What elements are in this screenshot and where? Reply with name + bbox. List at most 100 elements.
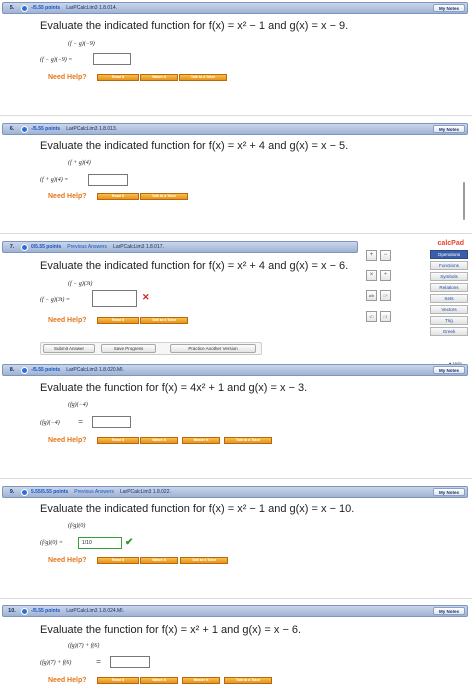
g-definition: g(x) = x − 5. bbox=[289, 140, 349, 152]
tab-functions[interactable]: Functions bbox=[430, 261, 468, 270]
need-help-label: Need Help? bbox=[48, 557, 87, 564]
points-label: -/5.55 points bbox=[31, 5, 61, 11]
subexpression: (f/g)(0) bbox=[68, 523, 86, 529]
prompt-text: Evaluate the indicated function for bbox=[40, 140, 206, 152]
status-dot-icon bbox=[21, 125, 28, 133]
divider bbox=[0, 115, 472, 116]
talk-to-tutor-button[interactable]: Talk to a Tutor bbox=[180, 557, 228, 564]
exponent-key[interactable]: □ⁿ bbox=[380, 290, 391, 301]
master-it-button[interactable]: Master It bbox=[182, 677, 220, 684]
answer-label: (f − g)(3t) = bbox=[40, 297, 70, 303]
previous-answers-link[interactable]: Previous Answers bbox=[74, 489, 114, 495]
tab-trig[interactable]: Trig bbox=[430, 316, 468, 325]
f-definition: f(x) = x² − 1 bbox=[208, 503, 266, 515]
watch-it-button[interactable]: Watch It bbox=[140, 677, 178, 684]
divider bbox=[0, 598, 472, 599]
source-label: LarPCalcLim3 1.8.022. bbox=[120, 489, 171, 495]
read-it-button[interactable]: Read It bbox=[97, 437, 139, 444]
my-notes-button[interactable]: My Notes bbox=[432, 366, 465, 374]
incorrect-icon: ✕ bbox=[142, 292, 150, 302]
need-help-label: Need Help? bbox=[48, 437, 87, 444]
plus-key[interactable]: + bbox=[366, 250, 377, 261]
question-number: 10. bbox=[8, 608, 16, 614]
read-it-button[interactable]: Read It bbox=[97, 677, 139, 684]
factorial-key[interactable]: □! bbox=[380, 311, 391, 322]
tab-greek[interactable]: Greek bbox=[430, 327, 468, 336]
question-prompt-10: Evaluate the function for f(x) = x² + 1 … bbox=[40, 624, 301, 636]
subexpression: (fg)(7) + f(6) bbox=[68, 643, 100, 649]
question-header-5: 5. -/5.55 points LarPCalcLim3 1.8.014. M… bbox=[2, 2, 468, 14]
tab-operations[interactable]: Operations bbox=[430, 250, 468, 259]
answer-label: (f + g)(4) = bbox=[40, 177, 69, 183]
my-notes-button[interactable]: My Notes bbox=[432, 125, 465, 133]
my-notes-button[interactable]: My Notes bbox=[432, 4, 465, 12]
save-progress-button[interactable]: Save Progress bbox=[101, 344, 156, 353]
f-definition: f(x) = x² + 4 bbox=[208, 260, 266, 272]
answer-label: (fg)(7) + f(6) bbox=[40, 660, 72, 666]
sqrt-key[interactable]: √□ bbox=[366, 311, 377, 322]
source-label: LarPCalcLim3 1.8.020.MI. bbox=[66, 367, 124, 373]
question-number: 6. bbox=[9, 126, 15, 132]
talk-to-tutor-button[interactable]: Talk to a Tutor bbox=[179, 74, 227, 81]
f-g-definition: f(x) = 4x² + 1 and g(x) = x − 3. bbox=[161, 382, 308, 394]
watch-it-button[interactable]: Watch It bbox=[140, 557, 178, 564]
f-definition: f(x) = x² + 4 bbox=[208, 140, 266, 152]
master-it-button[interactable]: Master It bbox=[182, 437, 220, 444]
read-it-button[interactable]: Read It bbox=[97, 193, 139, 200]
tab-relations[interactable]: Relations bbox=[430, 283, 468, 292]
prompt-text: Evaluate the function for bbox=[40, 382, 159, 394]
question-header-6: 6. -/5.55 points LarPCalcLim3 1.8.013. M… bbox=[2, 123, 468, 135]
question-prompt-7: Evaluate the indicated function for f(x)… bbox=[40, 260, 348, 272]
need-help-label: Need Help? bbox=[48, 193, 87, 200]
answer-input[interactable] bbox=[110, 656, 150, 668]
answer-input[interactable] bbox=[88, 174, 128, 186]
tab-sets[interactable]: Sets bbox=[430, 294, 468, 303]
subexpression: (f + g)(4) bbox=[68, 160, 91, 166]
correct-check-icon: ✔ bbox=[125, 537, 134, 548]
g-definition: g(x) = x − 9. bbox=[289, 20, 349, 32]
watch-it-button[interactable]: Watch It bbox=[140, 74, 178, 81]
submit-answer-button[interactable]: Submit Answer bbox=[43, 344, 95, 353]
prompt-text: Evaluate the function for bbox=[40, 624, 159, 636]
source-label: LarPCalcLim3 1.8.024.MI. bbox=[66, 608, 124, 614]
answer-input[interactable] bbox=[92, 416, 131, 428]
g-definition: g(x) = x − 6. bbox=[289, 260, 349, 272]
divide-key[interactable]: ÷ bbox=[380, 270, 391, 281]
read-it-button[interactable]: Read It bbox=[97, 317, 139, 324]
read-it-button[interactable]: Read It bbox=[97, 74, 139, 81]
tab-vectors[interactable]: Vectors bbox=[430, 305, 468, 314]
need-help-label: Need Help? bbox=[48, 317, 87, 324]
g-definition: g(x) = x − 10. bbox=[289, 503, 355, 515]
read-it-button[interactable]: Read It bbox=[97, 557, 139, 564]
talk-to-tutor-button[interactable]: Talk to a Tutor bbox=[224, 677, 272, 684]
watch-it-button[interactable]: Watch It bbox=[140, 437, 178, 444]
talk-to-tutor-button[interactable]: Talk to a Tutor bbox=[140, 193, 188, 200]
times-key[interactable]: × bbox=[366, 270, 377, 281]
question-number: 8. bbox=[9, 367, 15, 373]
question-number: 9. bbox=[9, 489, 15, 495]
answer-input[interactable] bbox=[93, 53, 131, 65]
answer-label: (f − g)(−9) = bbox=[40, 57, 73, 63]
tab-symbols[interactable]: Symbols bbox=[430, 272, 468, 281]
question-prompt-5: Evaluate the indicated function for f(x)… bbox=[40, 20, 348, 32]
practice-another-version-button[interactable]: Practice Another Version bbox=[170, 344, 256, 353]
and-text: and bbox=[268, 503, 287, 515]
previous-answers-link[interactable]: Previous Answers bbox=[67, 244, 107, 250]
answer-label: (f/g)(0) = bbox=[40, 540, 63, 546]
minus-key[interactable]: − bbox=[380, 250, 391, 261]
my-notes-button[interactable]: My Notes bbox=[432, 607, 465, 615]
prompt-text: Evaluate the indicated function for bbox=[40, 20, 206, 32]
talk-to-tutor-button[interactable]: Talk to a Tutor bbox=[224, 437, 272, 444]
scrollbar[interactable] bbox=[463, 182, 465, 220]
my-notes-button[interactable]: My Notes bbox=[432, 488, 465, 496]
answer-input[interactable]: 1/10 bbox=[78, 537, 122, 549]
status-dot-icon bbox=[21, 243, 28, 251]
points-label: 0/5.55 points bbox=[31, 244, 62, 250]
fraction-key[interactable]: a/b bbox=[366, 290, 377, 301]
answer-input[interactable] bbox=[92, 290, 137, 307]
and-text: and bbox=[268, 140, 287, 152]
points-label: -/5.55 points bbox=[31, 367, 61, 373]
f-g-definition: f(x) = x² + 1 and g(x) = x − 6. bbox=[161, 624, 302, 636]
question-prompt-9: Evaluate the indicated function for f(x)… bbox=[40, 503, 354, 515]
talk-to-tutor-button[interactable]: Talk to a Tutor bbox=[140, 317, 188, 324]
